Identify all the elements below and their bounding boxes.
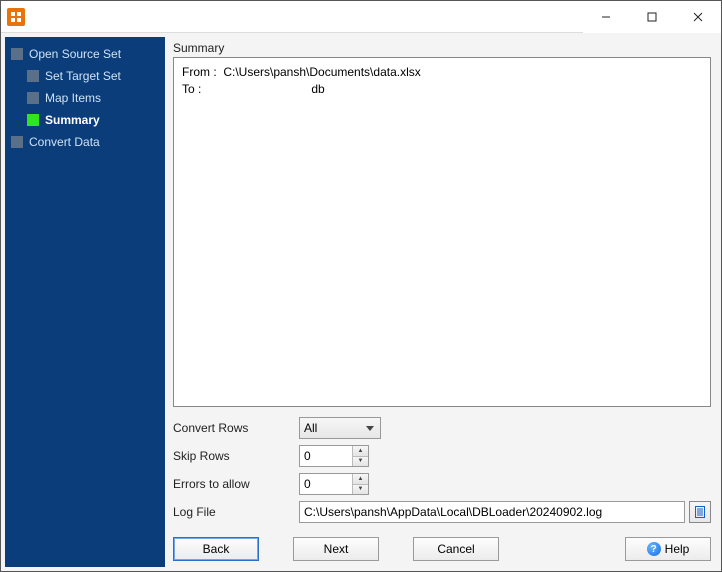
nav-item-label: Set Target Set <box>45 69 121 83</box>
nav-step-icon <box>11 48 23 60</box>
app-icon <box>7 8 25 26</box>
convert-rows-value: All <box>304 421 317 435</box>
next-button-label: Next <box>324 542 349 556</box>
window-controls <box>583 1 721 33</box>
help-button[interactable]: ? Help <box>625 537 711 561</box>
back-button[interactable]: Back <box>173 537 259 561</box>
logfile-input[interactable] <box>299 501 685 523</box>
maximize-button[interactable] <box>629 1 675 33</box>
errors-label: Errors to allow <box>173 477 299 491</box>
errors-input[interactable] <box>300 474 352 494</box>
back-button-label: Back <box>203 542 230 556</box>
errors-stepper[interactable]: ▲ ▼ <box>299 473 369 495</box>
nav-item-convert-data[interactable]: Convert Data <box>9 131 161 153</box>
main-area: Open Source Set Set Target Set Map Items Su… <box>1 33 721 571</box>
errors-up-icon[interactable]: ▲ <box>353 474 368 485</box>
nav-step-icon <box>27 92 39 104</box>
nav-step-icon <box>11 136 23 148</box>
browse-button[interactable] <box>689 501 711 523</box>
nav-item-set-target-set[interactable]: Set Target Set <box>9 65 161 87</box>
next-button[interactable]: Next <box>293 537 379 561</box>
minimize-button[interactable] <box>583 1 629 33</box>
help-icon: ? <box>647 542 661 556</box>
nav-item-label: Summary <box>45 113 100 127</box>
convert-rows-label: Convert Rows <box>173 421 299 435</box>
logfile-label: Log File <box>173 505 299 519</box>
errors-down-icon[interactable]: ▼ <box>353 485 368 495</box>
skip-rows-input[interactable] <box>300 446 352 466</box>
wizard-nav: Open Source Set Set Target Set Map Items Su… <box>5 37 165 567</box>
skip-rows-label: Skip Rows <box>173 449 299 463</box>
nav-step-icon <box>27 70 39 82</box>
panel-title: Summary <box>173 41 711 55</box>
summary-panel: Summary From : C:\Users\pansh\Documents\… <box>165 37 717 567</box>
close-button[interactable] <box>675 1 721 33</box>
skip-rows-stepper[interactable]: ▲ ▼ <box>299 445 369 467</box>
nav-item-label: Convert Data <box>29 135 100 149</box>
nav-item-summary[interactable]: Summary <box>9 109 161 131</box>
skip-rows-down-icon[interactable]: ▼ <box>353 457 368 467</box>
titlebar-left <box>1 8 25 26</box>
cancel-button[interactable]: Cancel <box>413 537 499 561</box>
nav-item-open-source-set[interactable]: Open Source Set <box>9 43 161 65</box>
nav-step-icon <box>27 114 39 126</box>
cancel-button-label: Cancel <box>437 542 474 556</box>
document-icon <box>693 505 707 519</box>
help-button-label: Help <box>665 542 690 556</box>
summary-text: From : C:\Users\pansh\Documents\data.xls… <box>173 57 711 407</box>
convert-rows-select[interactable]: All <box>299 417 381 439</box>
skip-rows-up-icon[interactable]: ▲ <box>353 446 368 457</box>
nav-item-label: Open Source Set <box>29 47 121 61</box>
titlebar <box>1 1 721 33</box>
button-bar: Back Next Cancel ? Help <box>173 537 711 561</box>
options-form: Convert Rows All Skip Rows ▲ ▼ Errors to… <box>173 417 711 523</box>
nav-item-map-items[interactable]: Map Items <box>9 87 161 109</box>
nav-item-label: Map Items <box>45 91 101 105</box>
